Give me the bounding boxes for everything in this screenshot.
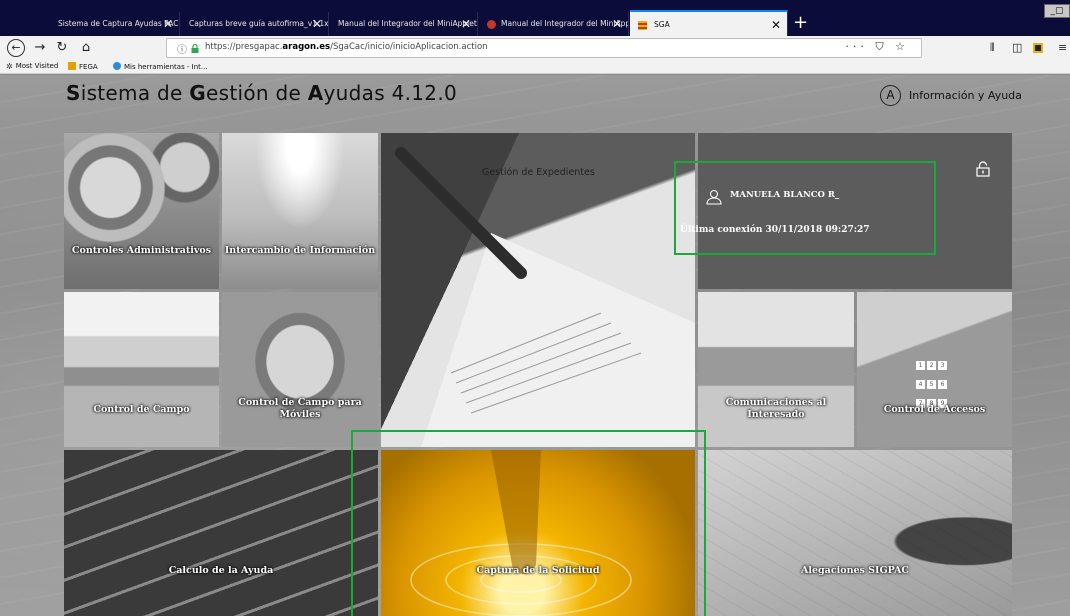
help-link[interactable]: A Información y Ayuda bbox=[880, 83, 1022, 107]
tab-manual-integrador-2[interactable]: Manual del Integrador del MiniApp ✕ bbox=[479, 12, 629, 36]
keypad-illustration: 1 2 34 5 67 8 9 bbox=[915, 352, 955, 409]
tile-label: Controles Administrativos bbox=[71, 245, 212, 256]
info-icon[interactable]: ⓘ bbox=[177, 41, 187, 56]
tile-label: Alegaciones SIGPAC bbox=[801, 565, 909, 576]
tab-title: Capturas breve guía autofirma_v1.1x bbox=[189, 19, 329, 28]
new-tab-button[interactable]: + bbox=[793, 12, 808, 34]
tile-control-campo[interactable]: Control de Campo bbox=[64, 292, 219, 447]
tab-sga-active[interactable]: SGA ✕ bbox=[630, 10, 788, 36]
tile-label: Gestión de Expedientes bbox=[482, 167, 595, 178]
tile-controles-administrativos[interactable]: Controles Administrativos bbox=[64, 133, 219, 289]
forward-arrow-icon[interactable]: → bbox=[33, 39, 47, 57]
home-icon[interactable]: ⌂ bbox=[78, 39, 94, 57]
tile-label: Comunicaciones al bbox=[725, 397, 827, 408]
tile-gestion-expedientes[interactable]: Gestión de Expedientes bbox=[381, 133, 695, 447]
document-icon bbox=[487, 20, 496, 29]
library-icon[interactable]: ⫴ bbox=[990, 41, 995, 55]
tab-title: SGA bbox=[654, 20, 670, 29]
url-text[interactable]: https://presgapac.aragon.es/SgaCac/inici… bbox=[205, 42, 488, 52]
tile-control-accesos[interactable]: 1 2 34 5 67 8 9 Control de Accesos bbox=[857, 292, 1012, 447]
close-tab-icon[interactable]: ✕ bbox=[163, 12, 173, 36]
help-label: Información y Ayuda bbox=[909, 88, 1022, 102]
close-tab-icon[interactable]: ✕ bbox=[771, 12, 781, 36]
menu-icon[interactable]: ≡ bbox=[1058, 41, 1067, 54]
tab-title: Manual del Integrador del MiniApp bbox=[501, 19, 629, 28]
tile-alegaciones-sigpac[interactable]: Alegaciones SIGPAC bbox=[698, 450, 1012, 616]
user-icon bbox=[706, 189, 722, 205]
tab-title: Sistema de Captura Ayudas PAC (SGA bbox=[58, 19, 179, 28]
lock-icon bbox=[191, 44, 199, 53]
tab-capturas-guia[interactable]: Capturas breve guía autofirma_v1.1x ✕ bbox=[181, 12, 329, 36]
browser-tab-bar: Sistema de Captura Ayudas PAC (SGA ✕ Cap… bbox=[0, 0, 1070, 36]
bookmarks-bar: ✲ Most Visited FEGA Mis herramientas - In… bbox=[0, 60, 1070, 74]
tile-comunicaciones-interesado[interactable]: Comunicaciones al Interesado bbox=[698, 292, 854, 447]
extension-icon[interactable] bbox=[1033, 43, 1043, 53]
logout-lock-icon[interactable] bbox=[976, 161, 990, 177]
close-tab-icon[interactable]: ✕ bbox=[461, 12, 471, 36]
user-info-panel: MANUELA BLANCO R_ bbox=[698, 133, 1012, 289]
bookmark-most-visited[interactable]: ✲ Most Visited bbox=[6, 62, 58, 71]
pen-document-illustration bbox=[395, 147, 695, 447]
tab-manual-integrador-1[interactable]: Manual del Integrador del MiniApplet d ✕ bbox=[330, 12, 478, 36]
tab-sga-captura[interactable]: Sistema de Captura Ayudas PAC (SGA ✕ bbox=[34, 12, 180, 36]
tile-label: Control de Accesos bbox=[883, 404, 986, 415]
tile-label: Captura de la Solicitud bbox=[476, 565, 600, 576]
tab-title: Manual del Integrador del MiniApplet d bbox=[338, 19, 478, 28]
tile-label: Control de Campo bbox=[93, 404, 190, 415]
bookmark-fega[interactable]: FEGA bbox=[68, 62, 98, 71]
user-name: MANUELA BLANCO R_ bbox=[730, 190, 840, 200]
tile-intercambio-informacion[interactable]: Intercambio de Información bbox=[222, 133, 378, 289]
tile-label-line2: Interesado bbox=[747, 409, 805, 420]
url-bar[interactable]: ⓘ https://presgapac.aragon.es/SgaCac/ini… bbox=[166, 38, 922, 58]
tile-captura-solicitud[interactable]: Captura de la Solicitud bbox=[381, 450, 695, 616]
close-tab-icon[interactable]: ✕ bbox=[612, 12, 622, 36]
navigation-bar: ← → ↻ ⌂ ⓘ https://presgapac.aragon.es/Sg… bbox=[0, 36, 1070, 60]
close-tab-icon[interactable]: ✕ bbox=[312, 12, 322, 36]
tile-control-campo-moviles[interactable]: Control de Campo para Móviles bbox=[222, 292, 378, 447]
reload-icon[interactable]: ↻ bbox=[55, 39, 69, 57]
aragon-flag-icon bbox=[638, 21, 647, 30]
tile-label: Calculo de la Ayuda bbox=[168, 565, 274, 576]
bookmark-mis-herramientas[interactable]: Mis herramientas - Int... bbox=[113, 62, 208, 71]
window-controls[interactable]: _▢ bbox=[1044, 4, 1070, 18]
app-title: Sistema de Gestión de Ayudas 4.12.0 bbox=[66, 81, 458, 105]
sidebar-icon[interactable]: ◫ bbox=[1012, 41, 1022, 54]
tile-calculo-ayuda[interactable]: Calculo de la Ayuda bbox=[64, 450, 378, 616]
tile-label: Intercambio de Información bbox=[224, 245, 376, 256]
help-circle-icon: A bbox=[880, 84, 901, 106]
page-actions[interactable]: ··· ⛉ ☆ bbox=[845, 40, 909, 54]
tile-label: Control de Campo para bbox=[238, 397, 362, 408]
back-arrow-icon[interactable]: ← bbox=[7, 39, 25, 57]
tile-label-line2: Móviles bbox=[279, 409, 321, 420]
page-content: Sistema de Gestión de Ayudas 4.12.0 A In… bbox=[0, 75, 1070, 616]
touch-illustration bbox=[410, 450, 632, 616]
